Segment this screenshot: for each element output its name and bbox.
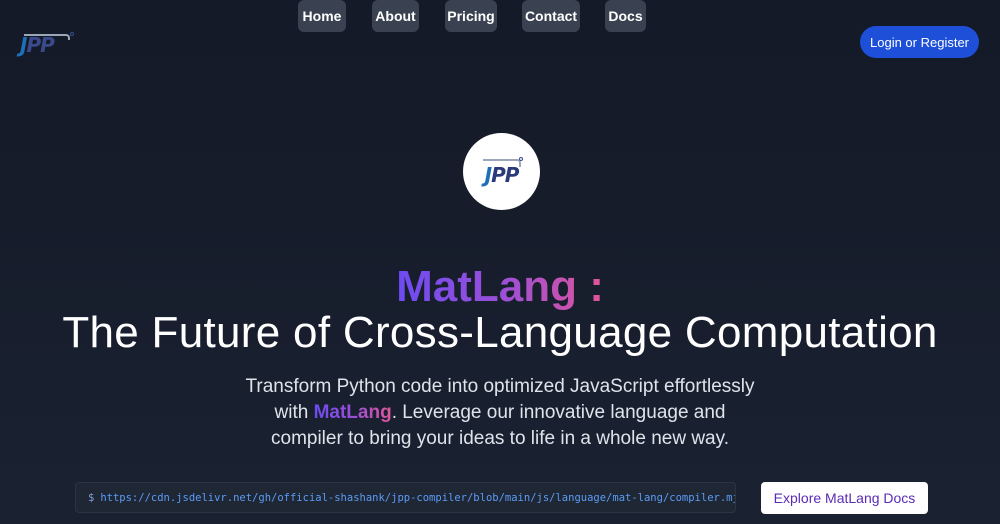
explore-docs-button[interactable]: Explore MatLang Docs <box>761 482 928 514</box>
logo-lines <box>24 34 70 40</box>
hero-logo-registered-mark <box>519 157 523 161</box>
hero-brand-heading: MatLang : <box>0 262 1000 312</box>
cdn-link-box[interactable]: $ https://cdn.jsdelivr.net/gh/official-s… <box>75 482 736 513</box>
hero-description: Transform Python code into optimized Jav… <box>240 374 760 452</box>
hero-brand-text: MatLang : <box>396 262 604 311</box>
nav-about[interactable]: About <box>372 0 419 32</box>
site-logo[interactable]: JPP <box>20 30 74 60</box>
hero-title: The Future of Cross-Language Computation <box>62 308 938 357</box>
nav-home[interactable]: Home <box>298 0 346 32</box>
hero-logo: JPP <box>463 133 540 210</box>
cdn-url[interactable]: https://cdn.jsdelivr.net/gh/official-sha… <box>100 492 735 504</box>
login-register-button[interactable]: Login or Register <box>860 26 979 58</box>
hero-logo-text: JPP <box>484 162 520 187</box>
nav-pricing[interactable]: Pricing <box>445 0 497 32</box>
terminal-prompt: $ <box>88 491 95 504</box>
description-highlight: MatLang <box>313 402 392 423</box>
nav-contact[interactable]: Contact <box>522 0 580 32</box>
nav-docs[interactable]: Docs <box>605 0 646 32</box>
logo-registered-mark <box>70 32 74 36</box>
